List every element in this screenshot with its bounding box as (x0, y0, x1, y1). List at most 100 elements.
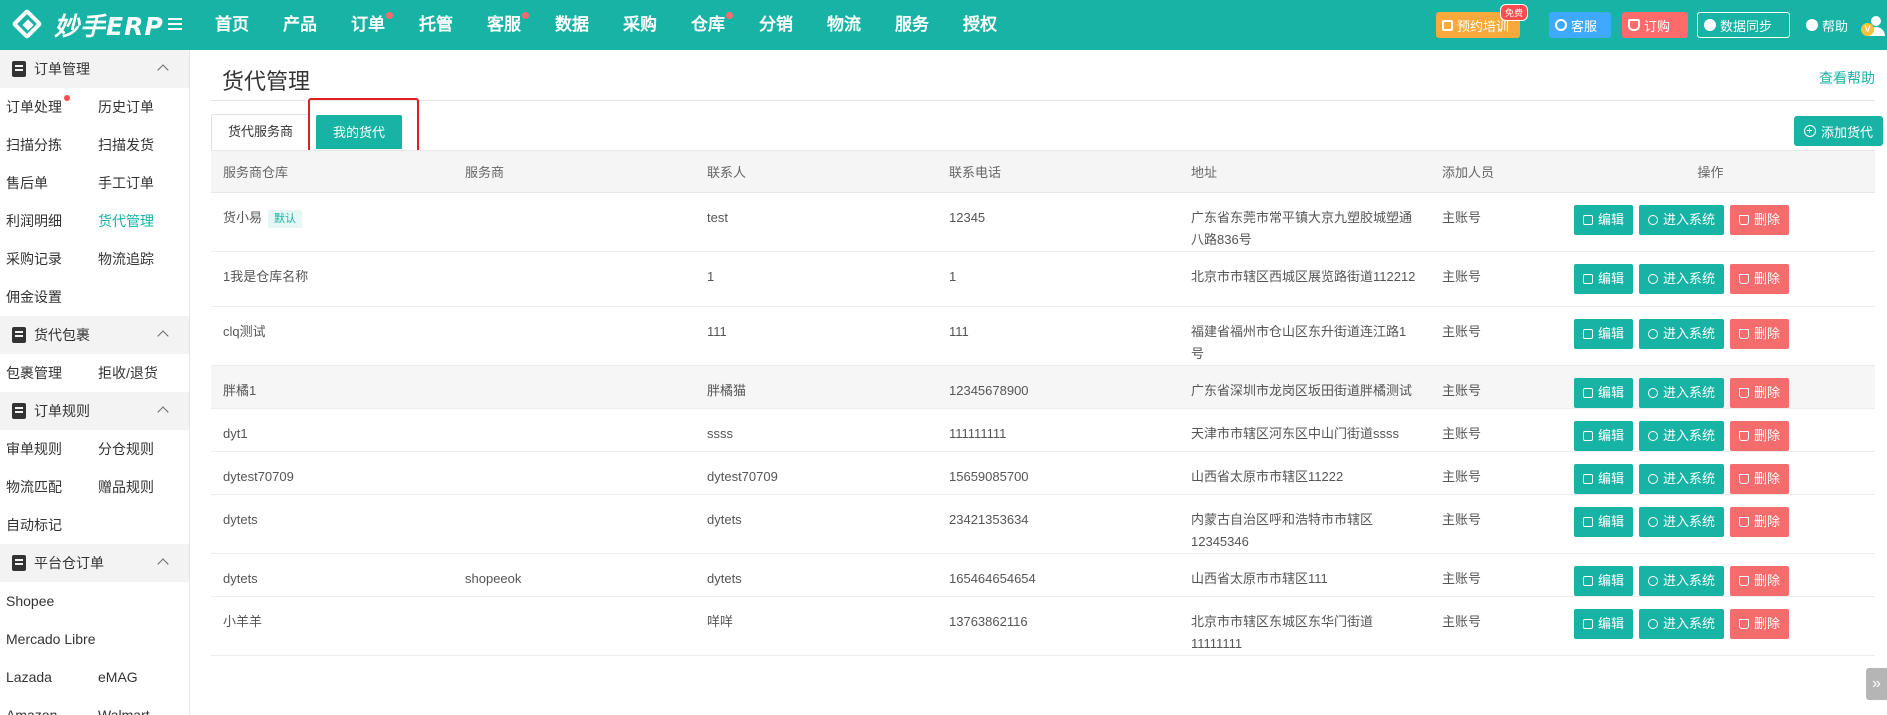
sidebar-item[interactable]: Walmart (92, 707, 184, 715)
sidebar-item[interactable]: 分仓规则 (92, 439, 184, 459)
sidebar-item[interactable]: 赠品规则 (92, 477, 184, 497)
sidebar-item[interactable]: 扫描发货 (92, 135, 184, 155)
nav-item-3[interactable]: 托管 (402, 0, 470, 50)
nav-item-11[interactable]: 授权 (946, 0, 1014, 50)
edit-button[interactable]: 编辑 (1574, 507, 1634, 537)
nav-item-8[interactable]: 分销 (742, 0, 810, 50)
sidebar-item[interactable]: 物流匹配 (0, 477, 92, 497)
warehouse-name: dytest70709 (223, 469, 294, 484)
nav-item-5[interactable]: 数据 (538, 0, 606, 50)
user-avatar[interactable]: V (1861, 16, 1886, 36)
sidebar-item[interactable]: 审单规则 (0, 439, 92, 459)
customer-service-button[interactable]: 客服 (1549, 12, 1611, 38)
edit-button[interactable]: 编辑 (1574, 421, 1634, 451)
hamburger-icon[interactable] (168, 13, 188, 35)
nav-item-4[interactable]: 客服 (470, 0, 538, 50)
sidebar-item[interactable]: eMAG (92, 669, 184, 685)
column-header: 添加人员 (1430, 150, 1546, 193)
edit-button[interactable]: 编辑 (1574, 205, 1634, 235)
sidebar-item[interactable]: 利润明细 (0, 211, 92, 231)
edit-button[interactable]: 编辑 (1574, 378, 1634, 408)
add-forwarder-button[interactable]: 添加货代 (1793, 116, 1883, 146)
trash-icon (1739, 474, 1750, 484)
data-sync-button[interactable]: 数据同步 (1697, 12, 1790, 38)
enter-system-button[interactable]: 进入系统 (1639, 264, 1725, 294)
edit-button[interactable]: 编辑 (1574, 609, 1634, 639)
tab-1[interactable]: 我的货代 (316, 115, 403, 149)
sidebar-item[interactable]: 采购记录 (0, 249, 92, 269)
link-icon (1648, 388, 1659, 398)
sidebar-item[interactable]: 物流追踪 (92, 249, 184, 269)
actions-cell: 编辑 进入系统 删除 (1546, 306, 1875, 366)
sidebar-item[interactable]: 自动标记 (0, 515, 92, 535)
sidebar-item[interactable]: Lazada (0, 669, 92, 685)
sidebar-item[interactable]: 售后单 (0, 173, 92, 193)
nav-item-10[interactable]: 服务 (878, 0, 946, 50)
creator-cell: 主账号 (1430, 596, 1546, 656)
enter-system-button[interactable]: 进入系统 (1639, 507, 1725, 537)
delete-button[interactable]: 删除 (1730, 378, 1790, 408)
edit-label: 编辑 (1598, 385, 1625, 400)
edit-button[interactable]: 编辑 (1574, 464, 1634, 494)
sidebar-item[interactable]: 扫描分拣 (0, 135, 92, 155)
actions-cell: 编辑 进入系统 删除 (1546, 553, 1875, 597)
warehouse-cell: dytest70709 (211, 451, 453, 495)
sidebar-row: Lazada eMAG (0, 658, 189, 696)
delete-button[interactable]: 删除 (1730, 507, 1790, 537)
sidebar-row: 订单处理 历史订单 (0, 88, 189, 126)
delete-button[interactable]: 删除 (1730, 319, 1790, 349)
delete-button[interactable]: 删除 (1730, 609, 1790, 639)
double-chevron-right-icon[interactable]: » (1866, 668, 1887, 700)
training-button[interactable]: 预约培训 免费 (1436, 4, 1528, 38)
delete-button[interactable]: 删除 (1730, 566, 1790, 596)
edit-icon (1583, 576, 1593, 586)
address-cell: 广东省东莞市常平镇大京九塑胶城塑通八路836号 (1179, 192, 1430, 252)
sidebar-group-header[interactable]: 订单管理 (0, 50, 189, 88)
help-button[interactable]: 帮助 (1800, 12, 1864, 38)
sidebar-item[interactable]: 拒收/退货 (92, 363, 184, 383)
creator-cell: 主账号 (1430, 553, 1546, 597)
sidebar-group-title: 订单管理 (34, 61, 90, 77)
delete-button[interactable]: 删除 (1730, 464, 1790, 494)
sidebar-item[interactable]: Shopee (0, 593, 92, 609)
edit-button[interactable]: 编辑 (1574, 566, 1634, 596)
sidebar-item[interactable]: 历史订单 (92, 97, 184, 117)
app-logo[interactable]: 妙手ERP (10, 7, 164, 43)
enter-system-button[interactable]: 进入系统 (1639, 205, 1725, 235)
sidebar-item[interactable]: 佣金设置 (0, 287, 92, 307)
nav-item-6[interactable]: 采购 (606, 0, 674, 50)
edit-button[interactable]: 编辑 (1574, 319, 1634, 349)
sidebar-item[interactable]: 订单处理 (0, 95, 92, 117)
enter-label: 进入系统 (1663, 573, 1716, 588)
delete-button[interactable]: 删除 (1730, 421, 1790, 451)
tab-0[interactable]: 货代服务商 (211, 114, 311, 150)
delete-button[interactable]: 删除 (1730, 205, 1790, 235)
sidebar-group-header[interactable]: 订单规则 (0, 392, 189, 430)
nav-item-0[interactable]: 首页 (198, 0, 266, 50)
sidebar-item[interactable]: 货代管理 (92, 211, 184, 231)
warehouse-name: clq测试 (223, 324, 266, 339)
edit-button[interactable]: 编辑 (1574, 264, 1634, 294)
nav-item-1[interactable]: 产品 (266, 0, 334, 50)
delete-button[interactable]: 删除 (1730, 264, 1790, 294)
nav-item-9[interactable]: 物流 (810, 0, 878, 50)
view-help-link[interactable]: 查看帮助 (1819, 68, 1875, 88)
sidebar-row: 审单规则 分仓规则 (0, 430, 189, 468)
order-button[interactable]: 订购 (1622, 12, 1688, 38)
enter-system-button[interactable]: 进入系统 (1639, 378, 1725, 408)
nav-item-7[interactable]: 仓库 (674, 0, 742, 50)
nav-item-2[interactable]: 订单 (334, 0, 402, 50)
sidebar-item[interactable]: 手工订单 (92, 173, 184, 193)
sidebar-item[interactable]: Amazon (0, 707, 92, 715)
enter-system-button[interactable]: 进入系统 (1639, 609, 1725, 639)
enter-system-button[interactable]: 进入系统 (1639, 566, 1725, 596)
sidebar-row: 扫描分拣 扫描发货 (0, 126, 189, 164)
enter-system-button[interactable]: 进入系统 (1639, 421, 1725, 451)
phone-cell: 15659085700 (937, 451, 1179, 495)
sidebar-item[interactable]: Mercado Libre (0, 631, 96, 647)
enter-system-button[interactable]: 进入系统 (1639, 464, 1725, 494)
sidebar-item[interactable]: 包裹管理 (0, 363, 92, 383)
sidebar-group-header[interactable]: 平台仓订单 (0, 544, 189, 582)
enter-system-button[interactable]: 进入系统 (1639, 319, 1725, 349)
sidebar-group-header[interactable]: 货代包裹 (0, 316, 189, 354)
